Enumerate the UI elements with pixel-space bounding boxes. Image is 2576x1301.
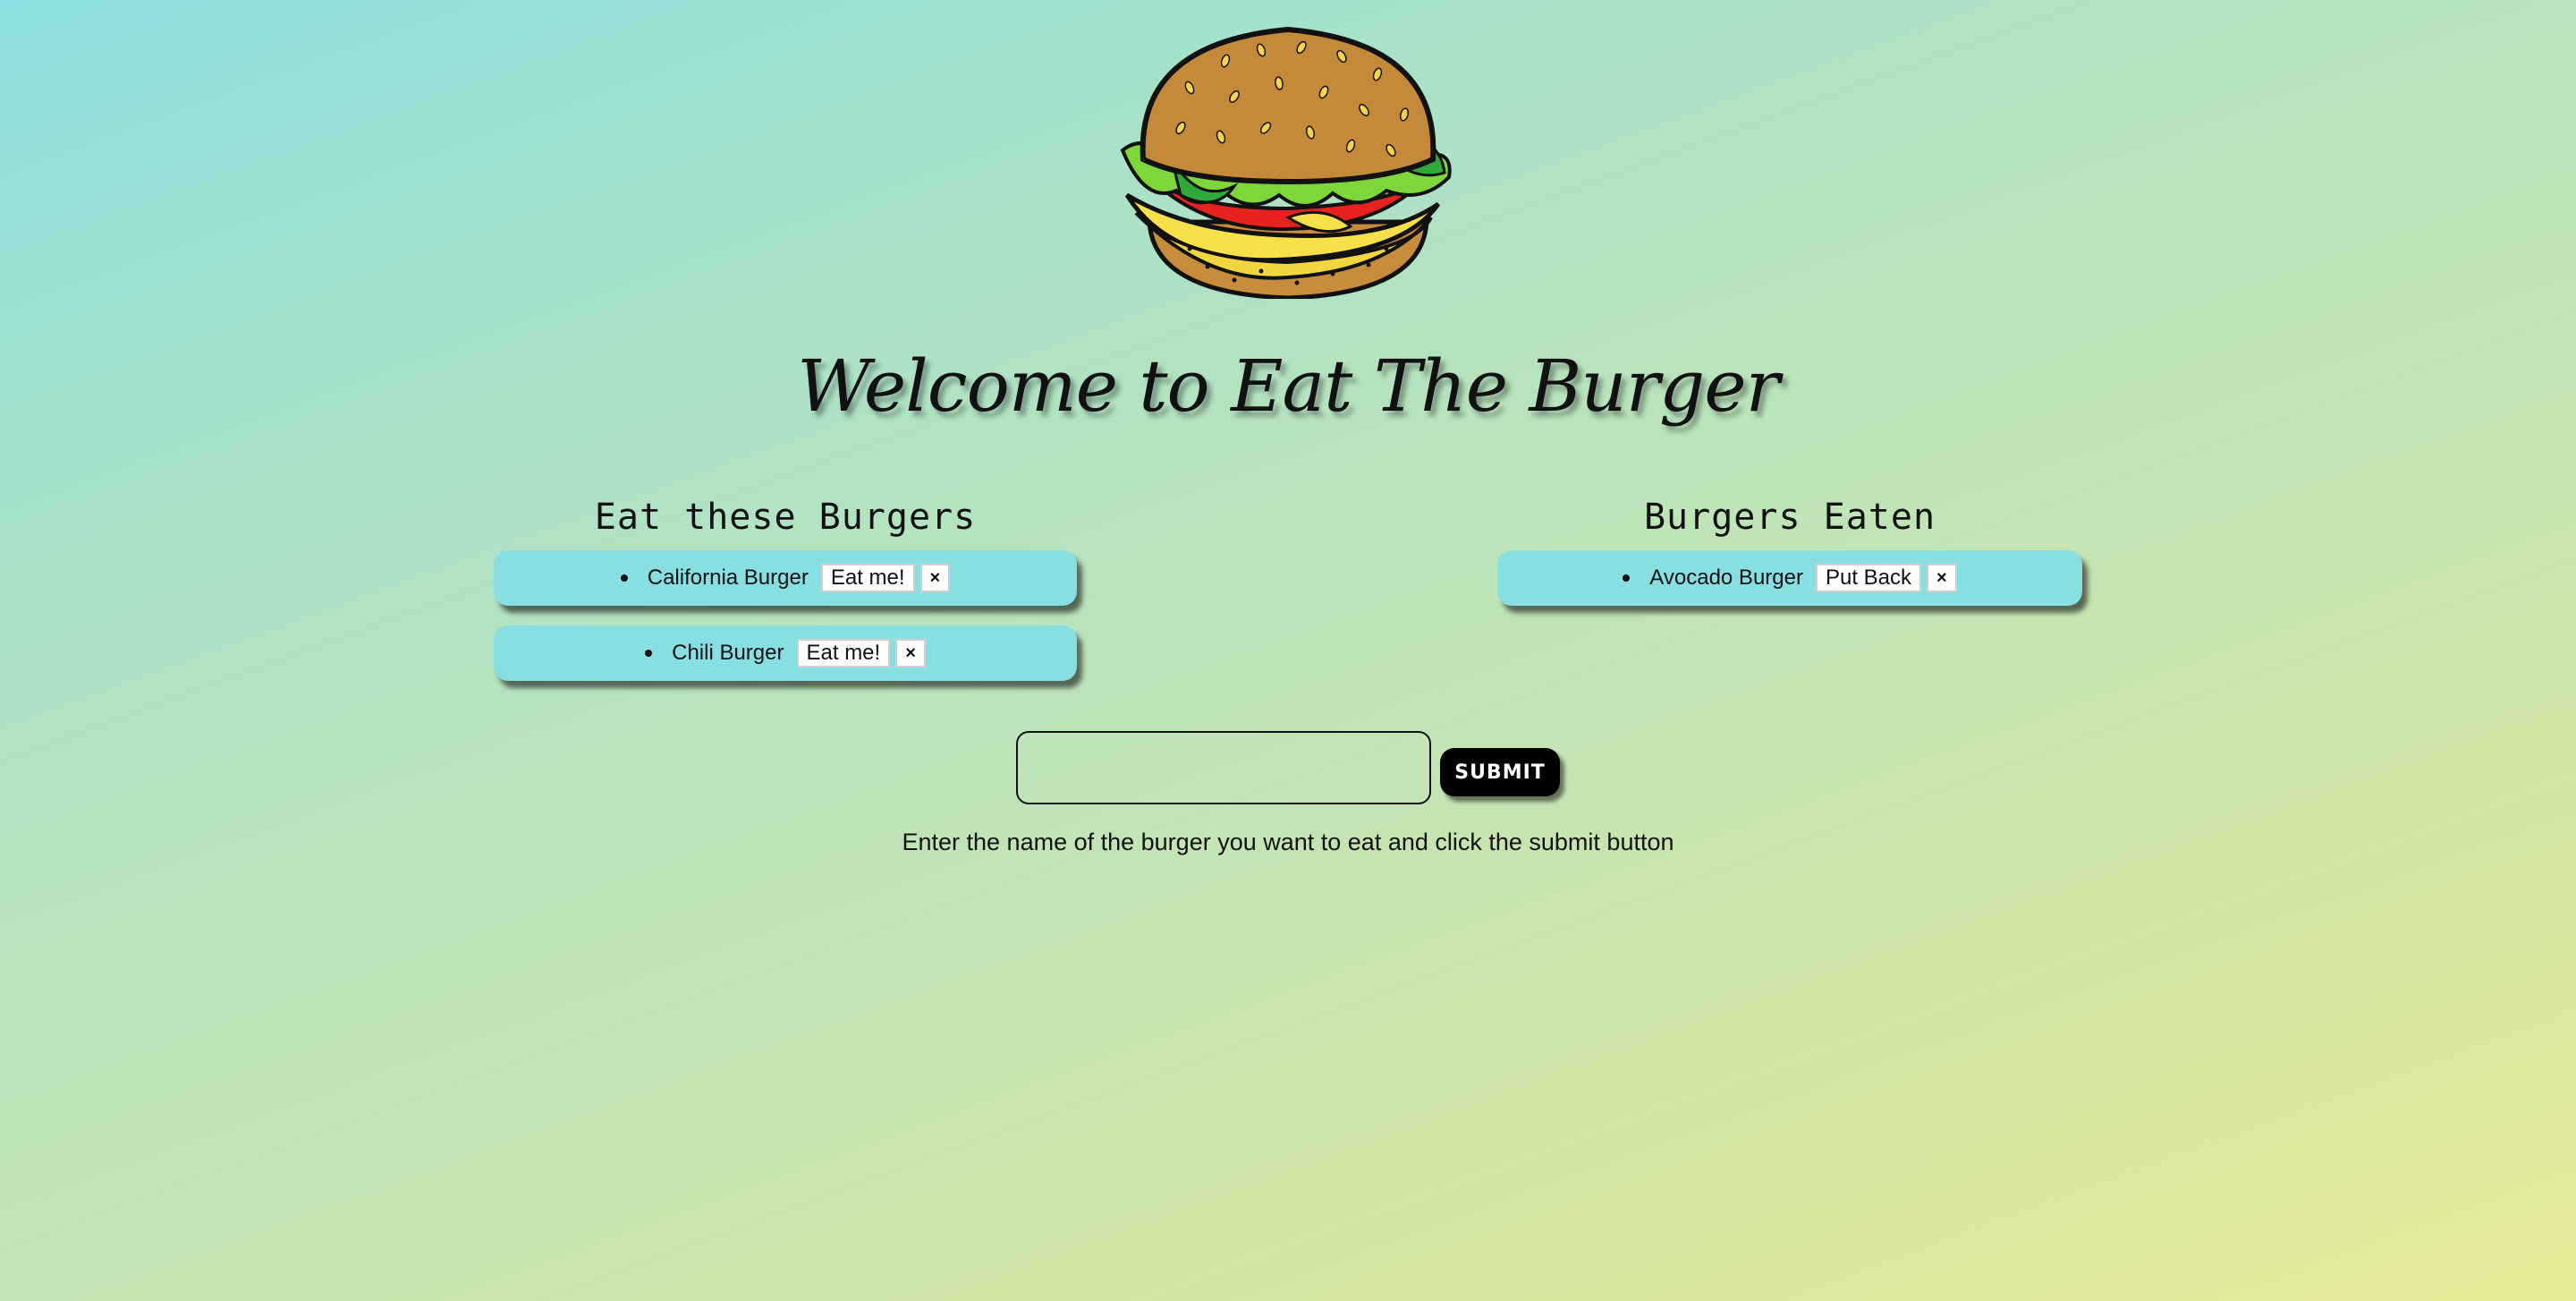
put-back-button[interactable]: Put Back <box>1815 564 1922 592</box>
delete-button[interactable]: × <box>895 639 926 668</box>
burger-name-input[interactable] <box>1016 731 1431 804</box>
bullet-icon <box>1623 574 1631 582</box>
burger-name: Chili Burger <box>672 641 784 665</box>
submit-button[interactable]: SUBMIT <box>1440 748 1560 796</box>
eat-me-button[interactable]: Eat me! <box>820 564 915 592</box>
instruction-text: Enter the name of the burger you want to… <box>902 829 1674 855</box>
eaten-heading: Burgers Eaten <box>1643 497 1936 538</box>
list-item: Chili Burger Eat me! × <box>494 625 1077 681</box>
page-title: Welcome to Eat The Burger <box>797 344 1780 428</box>
burger-name: Avocado Burger <box>1649 565 1803 590</box>
burger-icon <box>1120 26 1452 299</box>
delete-button[interactable]: × <box>919 564 951 592</box>
to-eat-heading: Eat these Burgers <box>594 497 977 538</box>
delete-button[interactable]: × <box>1927 564 1957 592</box>
bullet-icon <box>645 650 653 657</box>
bullet-icon <box>620 574 628 582</box>
burger-logo <box>1118 25 1458 299</box>
list-item: Avocado Burger Put Back × <box>1497 550 2082 606</box>
burger-name: California Burger <box>647 565 809 590</box>
eat-me-button[interactable]: Eat me! <box>796 639 891 668</box>
list-item: California Burger Eat me! × <box>494 550 1077 606</box>
